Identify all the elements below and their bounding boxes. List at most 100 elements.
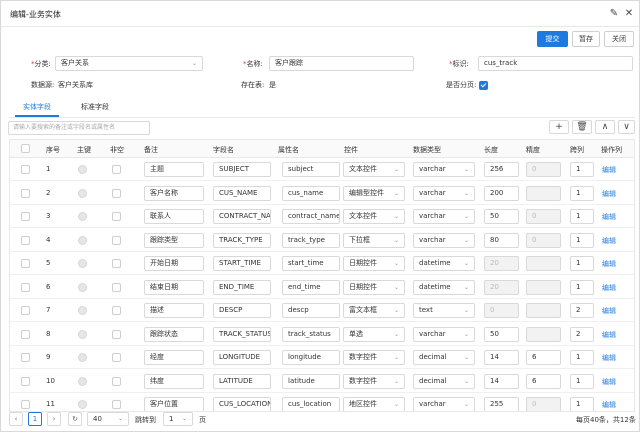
close-button[interactable]: 关闭	[604, 31, 634, 47]
not-null-checkbox[interactable]	[112, 235, 121, 245]
remark-input[interactable]: 结束日期	[144, 279, 204, 295]
length-input[interactable]: 14	[484, 373, 519, 389]
length-input[interactable]: 50	[484, 209, 519, 224]
not-null-checkbox[interactable]	[112, 353, 121, 362]
edit-link[interactable]: 编辑	[602, 259, 616, 269]
search-input[interactable]: 请输入要搜索的备注或字段名或属性名	[8, 121, 150, 135]
field-name-input[interactable]: DESCP	[213, 303, 271, 318]
control-select[interactable]: 富文本框 ⌄	[343, 303, 405, 318]
edit-link[interactable]: 编辑	[602, 330, 616, 340]
id-input[interactable]: cus_track	[478, 56, 633, 71]
length-input[interactable]: 20	[484, 256, 519, 271]
primary-key-radio[interactable]	[78, 165, 87, 174]
span-input[interactable]: 2	[570, 303, 594, 318]
property-name-input[interactable]: end_time	[282, 279, 340, 295]
row-checkbox[interactable]	[21, 188, 30, 198]
tab-entity-fields[interactable]: 实体字段	[23, 102, 51, 112]
remark-input[interactable]: 跟踪类型	[144, 232, 204, 248]
precision-input[interactable]	[526, 326, 561, 342]
control-select[interactable]: 文本控件 ⌄	[343, 162, 405, 177]
field-name-input[interactable]: LONGITUDE	[213, 350, 271, 365]
precision-input[interactable]	[526, 303, 561, 318]
precision-input[interactable]	[526, 185, 561, 201]
span-input[interactable]: 1	[570, 373, 594, 389]
span-input[interactable]: 1	[570, 232, 594, 248]
field-name-input[interactable]: TRACK_STATUS	[213, 326, 271, 342]
pin-icon[interactable]: ✎	[608, 8, 620, 20]
control-select[interactable]: 下拉框 ⌄	[343, 232, 405, 248]
tab-standard-fields[interactable]: 标准字段	[81, 102, 109, 112]
remark-input[interactable]: 描述	[144, 303, 204, 318]
row-checkbox[interactable]	[21, 165, 30, 174]
edit-link[interactable]: 编辑	[602, 212, 616, 222]
control-select[interactable]: 日期控件 ⌄	[343, 279, 405, 295]
field-name-input[interactable]: CUS_NAME	[213, 185, 271, 201]
row-checkbox[interactable]	[21, 235, 30, 245]
precision-input[interactable]: 0	[526, 162, 561, 177]
field-name-input[interactable]: START_TIME	[213, 256, 271, 271]
remark-input[interactable]: 联系人	[144, 209, 204, 224]
row-checkbox[interactable]	[21, 282, 30, 292]
span-input[interactable]: 1	[570, 209, 594, 224]
primary-key-radio[interactable]	[78, 259, 87, 268]
property-name-input[interactable]: contract_name	[282, 209, 340, 224]
field-name-input[interactable]: CONTRACT_NAME	[213, 209, 271, 224]
data-type-select[interactable]: varchar ⌄	[413, 326, 475, 342]
primary-key-radio[interactable]	[78, 282, 87, 292]
precision-input[interactable]	[526, 279, 561, 295]
edit-link[interactable]: 编辑	[602, 377, 616, 387]
data-type-select[interactable]: text ⌄	[413, 303, 475, 318]
property-name-input[interactable]: cus_name	[282, 185, 340, 201]
remark-input[interactable]: 开始日期	[144, 256, 204, 271]
category-select[interactable]: 客户关系 ⌄	[55, 56, 203, 71]
edit-link[interactable]: 编辑	[602, 236, 616, 246]
span-input[interactable]: 1	[570, 350, 594, 365]
field-name-input[interactable]: TRACK_TYPE	[213, 232, 271, 248]
property-name-input[interactable]: descp	[282, 303, 340, 318]
edit-link[interactable]: 编辑	[602, 306, 616, 316]
primary-key-radio[interactable]	[78, 212, 87, 221]
property-name-input[interactable]: longitude	[282, 350, 340, 365]
property-name-input[interactable]: subject	[282, 162, 340, 177]
data-type-select[interactable]: datetime ⌄	[413, 256, 475, 271]
precision-input[interactable]: 6	[526, 350, 561, 365]
primary-key-radio[interactable]	[78, 353, 87, 362]
property-name-input[interactable]: start_time	[282, 256, 340, 271]
property-name-input[interactable]: track_type	[282, 232, 340, 248]
field-name-input[interactable]: END_TIME	[213, 279, 271, 295]
row-checkbox[interactable]	[21, 353, 30, 362]
length-input[interactable]: 14	[484, 350, 519, 365]
row-checkbox[interactable]	[21, 376, 30, 386]
not-null-checkbox[interactable]	[112, 282, 121, 292]
data-type-select[interactable]: decimal ⌄	[413, 373, 475, 389]
precision-input[interactable]: 0	[526, 209, 561, 224]
add-icon[interactable]: +	[549, 120, 569, 134]
name-input[interactable]: 客户跟踪	[269, 56, 414, 71]
jump-page-select[interactable]: 1 ⌄	[163, 412, 193, 426]
data-type-select[interactable]: varchar ⌄	[413, 185, 475, 201]
prev-page-button[interactable]: ‹	[9, 412, 23, 426]
length-input[interactable]: 0	[484, 303, 519, 318]
row-checkbox[interactable]	[21, 329, 30, 339]
control-select[interactable]: 数字控件 ⌄	[343, 373, 405, 389]
primary-key-radio[interactable]	[78, 306, 87, 315]
select-all-checkbox[interactable]	[21, 144, 30, 153]
row-checkbox[interactable]	[21, 212, 30, 221]
close-icon[interactable]: ✕	[623, 8, 635, 20]
next-page-button[interactable]: ›	[47, 412, 61, 426]
not-null-checkbox[interactable]	[112, 329, 121, 339]
not-null-checkbox[interactable]	[112, 376, 121, 386]
move-down-icon[interactable]: ∨	[618, 120, 635, 134]
page-size-select[interactable]: 40 ⌄	[87, 412, 129, 426]
remark-input[interactable]: 经度	[144, 350, 204, 365]
remark-input[interactable]: 主题	[144, 162, 204, 177]
row-checkbox[interactable]	[21, 306, 30, 315]
edit-link[interactable]: 编辑	[602, 283, 616, 293]
span-input[interactable]: 1	[570, 256, 594, 271]
primary-key-radio[interactable]	[78, 235, 87, 245]
precision-input[interactable]: 6	[526, 373, 561, 389]
span-input[interactable]: 2	[570, 326, 594, 342]
not-null-checkbox[interactable]	[112, 188, 121, 198]
data-type-select[interactable]: varchar ⌄	[413, 209, 475, 224]
primary-key-radio[interactable]	[78, 188, 87, 198]
